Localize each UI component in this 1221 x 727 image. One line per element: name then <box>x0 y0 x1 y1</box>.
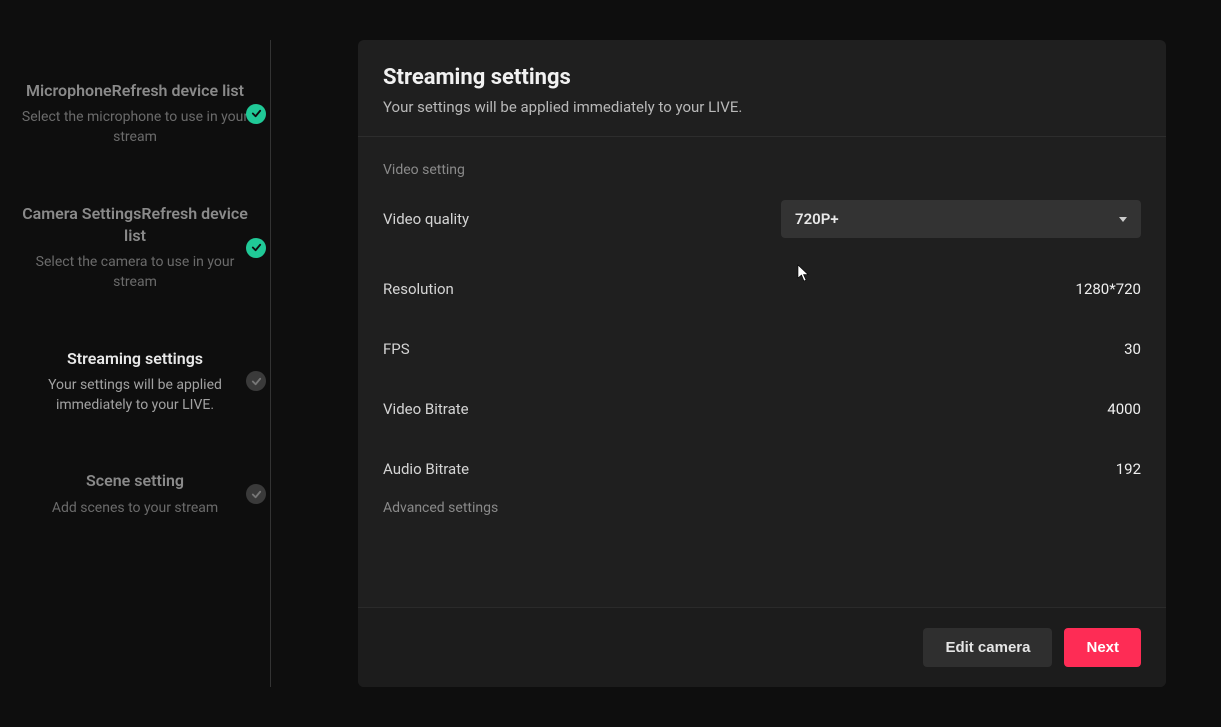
streaming-settings-panel: Streaming settings Your settings will be… <box>358 40 1166 687</box>
video-bitrate-label: Video Bitrate <box>383 400 469 418</box>
step-streaming-settings[interactable]: Streaming settings Your settings will be… <box>20 348 280 416</box>
check-icon <box>246 238 266 258</box>
panel-subtitle: Your settings will be applied immediatel… <box>383 98 1141 116</box>
panel-body[interactable]: Video setting Video quality 720P+ Resolu… <box>358 137 1166 607</box>
audio-bitrate-value: 192 <box>1116 460 1141 478</box>
video-quality-value: 720P+ <box>795 210 839 228</box>
panel-footer: Edit camera Next <box>358 607 1166 687</box>
resolution-label: Resolution <box>383 280 454 298</box>
step-title: Streaming settings <box>20 348 250 370</box>
check-icon <box>246 371 266 391</box>
resolution-value: 1280*720 <box>1076 280 1141 298</box>
check-icon <box>246 484 266 504</box>
row-fps: FPS 30 <box>383 340 1141 358</box>
step-scene-setting[interactable]: Scene setting Add scenes to your stream <box>20 470 280 518</box>
panel-header: Streaming settings Your settings will be… <box>358 40 1166 137</box>
step-microphone[interactable]: MicrophoneRefresh device list Select the… <box>20 80 280 148</box>
row-video-quality: Video quality 720P+ <box>383 200 1141 238</box>
audio-bitrate-label: Audio Bitrate <box>383 460 469 478</box>
fps-label: FPS <box>383 340 410 358</box>
row-video-bitrate: Video Bitrate 4000 <box>383 400 1141 418</box>
section-label-advanced: Advanced settings <box>383 500 1141 516</box>
video-quality-label: Video quality <box>383 210 469 228</box>
video-bitrate-value: 4000 <box>1107 400 1141 418</box>
step-camera[interactable]: Camera SettingsRefresh device list Selec… <box>20 203 280 293</box>
fps-value: 30 <box>1124 340 1141 358</box>
step-title: Camera SettingsRefresh device list <box>20 203 250 248</box>
row-resolution: Resolution 1280*720 <box>383 280 1141 298</box>
row-audio-bitrate: Audio Bitrate 192 <box>383 460 1141 478</box>
section-label-video: Video setting <box>383 162 1141 178</box>
step-subtitle: Select the camera to use in your stream <box>20 253 250 292</box>
step-title: Scene setting <box>20 470 250 492</box>
step-title: MicrophoneRefresh device list <box>20 80 250 102</box>
video-quality-select[interactable]: 720P+ <box>781 200 1141 238</box>
setup-steps-sidebar: MicrophoneRefresh device list Select the… <box>0 0 300 727</box>
check-icon <box>246 104 266 124</box>
chevron-down-icon <box>1119 217 1127 222</box>
panel-title: Streaming settings <box>383 65 1141 90</box>
edit-camera-button[interactable]: Edit camera <box>923 628 1052 667</box>
step-subtitle: Select the microphone to use in your str… <box>20 108 250 147</box>
next-button[interactable]: Next <box>1064 628 1141 667</box>
step-subtitle: Your settings will be applied immediatel… <box>20 376 250 415</box>
step-subtitle: Add scenes to your stream <box>20 499 250 519</box>
